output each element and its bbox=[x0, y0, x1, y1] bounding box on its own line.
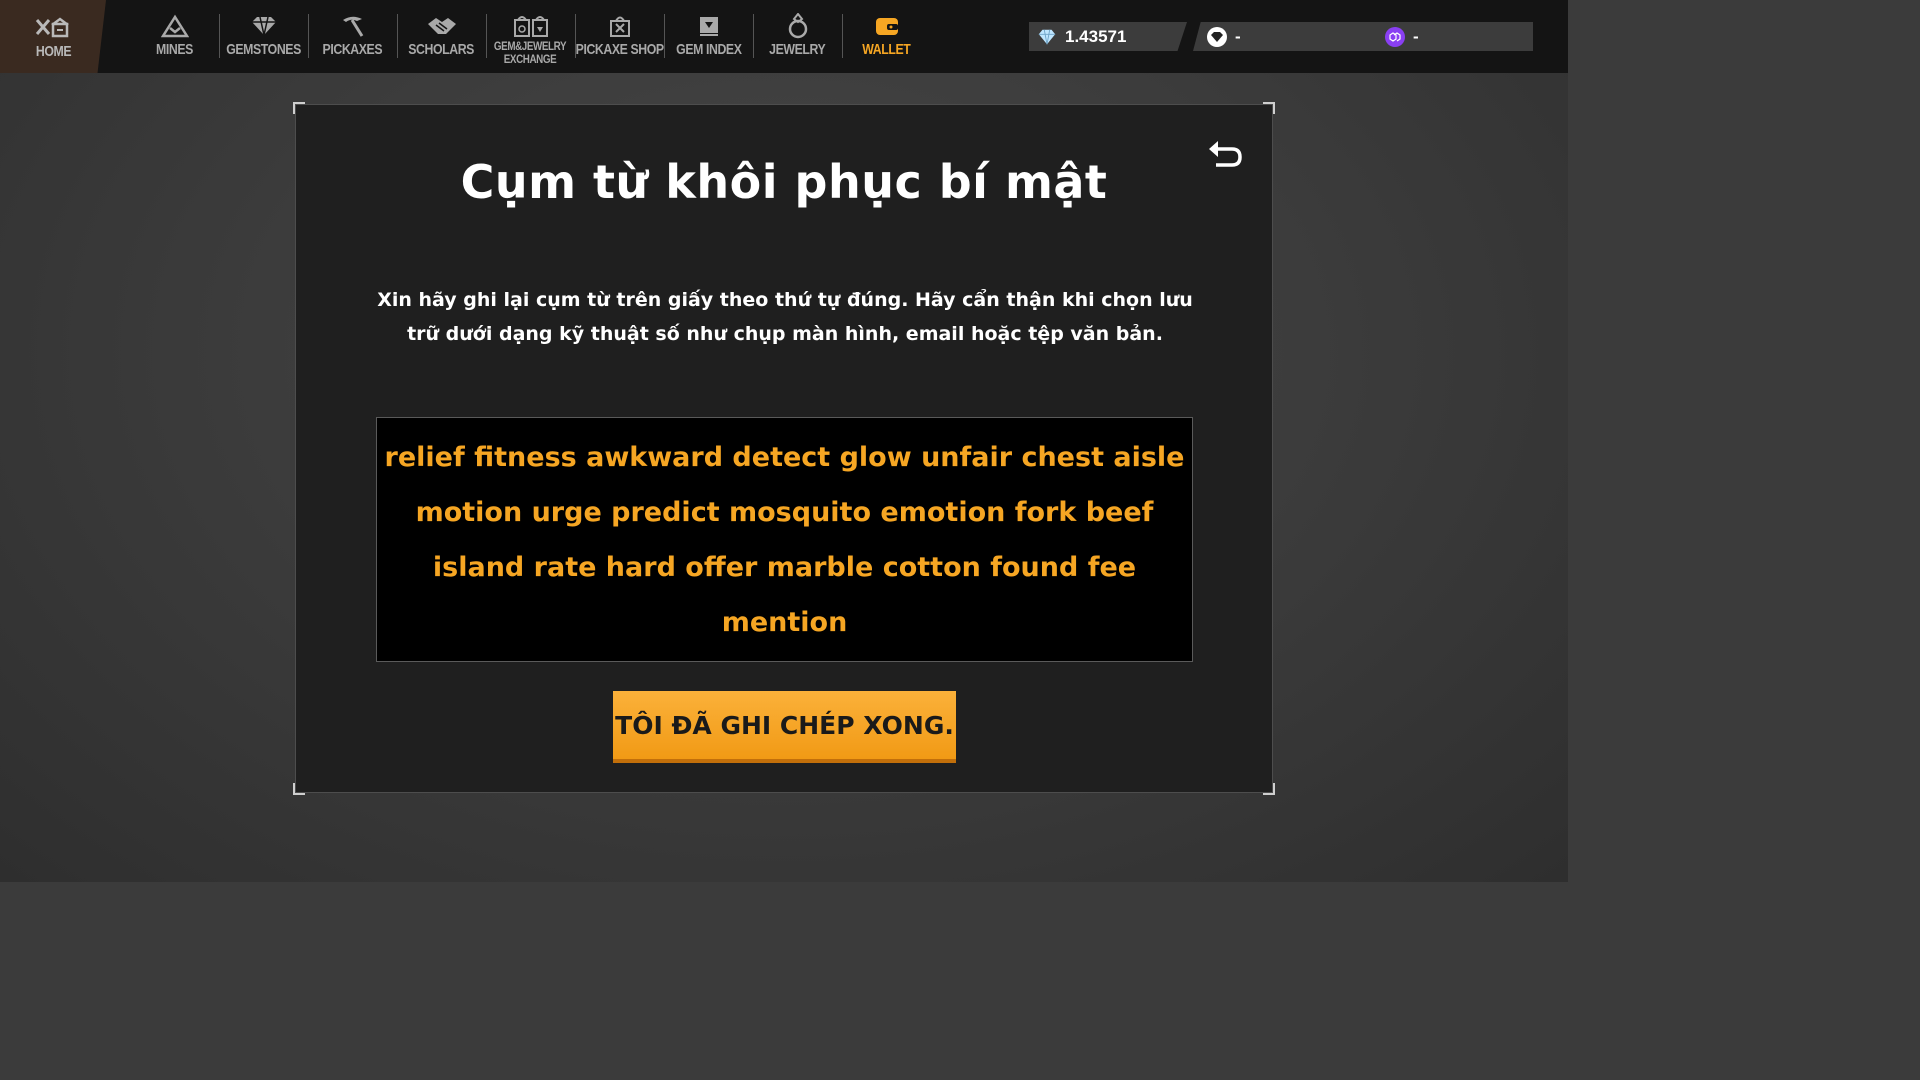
corner-decoration bbox=[1263, 783, 1275, 795]
nav-separator bbox=[397, 14, 398, 58]
nav-gem-jewelry-exchange[interactable]: GEM&JEWELRY EXCHANGE bbox=[486, 0, 575, 73]
diamond-balance-value: 1.43571 bbox=[1065, 26, 1127, 46]
wallet-balances: 1.43571 - - bbox=[1029, 22, 1533, 51]
nav-pickaxes[interactable]: PICKAXES bbox=[308, 0, 397, 73]
nav-separator bbox=[308, 14, 309, 58]
nav-wallet[interactable]: WALLET bbox=[842, 0, 931, 73]
ring-icon bbox=[787, 12, 809, 40]
pickaxe-icon bbox=[340, 12, 366, 40]
nav-gemstones[interactable]: GEMSTONES bbox=[219, 0, 308, 73]
home-icon bbox=[35, 14, 71, 42]
nav-pickaxe-shop-label: PICKAXE SHOP bbox=[575, 41, 664, 58]
nav-separator bbox=[219, 14, 220, 58]
nav-pickaxe-shop[interactable]: PICKAXE SHOP bbox=[575, 0, 664, 73]
nav-wallet-label: WALLET bbox=[862, 41, 911, 58]
exchange-icon bbox=[513, 12, 549, 40]
nav-mines-label: MINES bbox=[156, 41, 193, 58]
index-card-icon bbox=[697, 12, 721, 40]
recovery-phrase-dialog: Cụm từ khôi phục bí mật Xin hãy ghi lại … bbox=[293, 102, 1275, 795]
nav-gem-index-label: GEM INDEX bbox=[675, 41, 742, 58]
nav-scholars-label: SCHOLARS bbox=[408, 41, 475, 58]
nav-home[interactable]: HOME bbox=[0, 0, 106, 73]
gem-token-icon bbox=[1207, 26, 1227, 47]
polygon-token-balance-value: - bbox=[1413, 26, 1419, 46]
nav-home-label: HOME bbox=[35, 43, 71, 60]
gem-token-balance-value: - bbox=[1235, 26, 1241, 46]
nav-exchange-label-line2: EXCHANGE bbox=[504, 52, 557, 66]
polygon-token-icon bbox=[1385, 26, 1405, 47]
nav-mines[interactable]: MINES bbox=[130, 0, 219, 73]
wallet-icon bbox=[874, 12, 900, 40]
corner-decoration bbox=[1263, 102, 1275, 114]
nav-scholars[interactable]: SCHOLARS bbox=[397, 0, 486, 73]
gem-token-balance: - bbox=[1193, 22, 1385, 51]
recovery-phrase-text[interactable]: relief fitness awkward detect glow unfai… bbox=[385, 430, 1185, 650]
handshake-icon bbox=[426, 12, 458, 40]
nav-gem-index[interactable]: GEM INDEX bbox=[664, 0, 753, 73]
shop-bag-icon bbox=[608, 12, 632, 40]
nav-separator bbox=[664, 14, 665, 58]
dialog-description: Xin hãy ghi lại cụm từ trên giấy theo th… bbox=[377, 289, 1193, 345]
nav-separator bbox=[486, 14, 487, 58]
corner-decoration bbox=[293, 102, 305, 114]
corner-decoration bbox=[293, 783, 305, 795]
dialog-title: Cụm từ khôi phục bí mật bbox=[460, 155, 1108, 209]
nav-jewelry[interactable]: JEWELRY bbox=[753, 0, 842, 73]
mountain-icon bbox=[160, 12, 189, 40]
diamond-coin-icon bbox=[1037, 27, 1057, 47]
nav-separator bbox=[753, 14, 754, 58]
nav-separator bbox=[842, 14, 843, 58]
confirm-written-down-button[interactable]: TÔI ĐÃ GHI CHÉP XONG. bbox=[613, 691, 956, 763]
recovery-phrase-box: relief fitness awkward detect glow unfai… bbox=[376, 417, 1193, 662]
gem-icon bbox=[249, 12, 279, 40]
nav-jewelry-label: JEWELRY bbox=[769, 41, 826, 58]
nav-gemstones-label: GEMSTONES bbox=[226, 41, 301, 58]
diamond-balance: 1.43571 bbox=[1029, 22, 1187, 51]
polygon-token-balance: - bbox=[1385, 22, 1533, 51]
nav-pickaxes-label: PICKAXES bbox=[322, 41, 383, 58]
